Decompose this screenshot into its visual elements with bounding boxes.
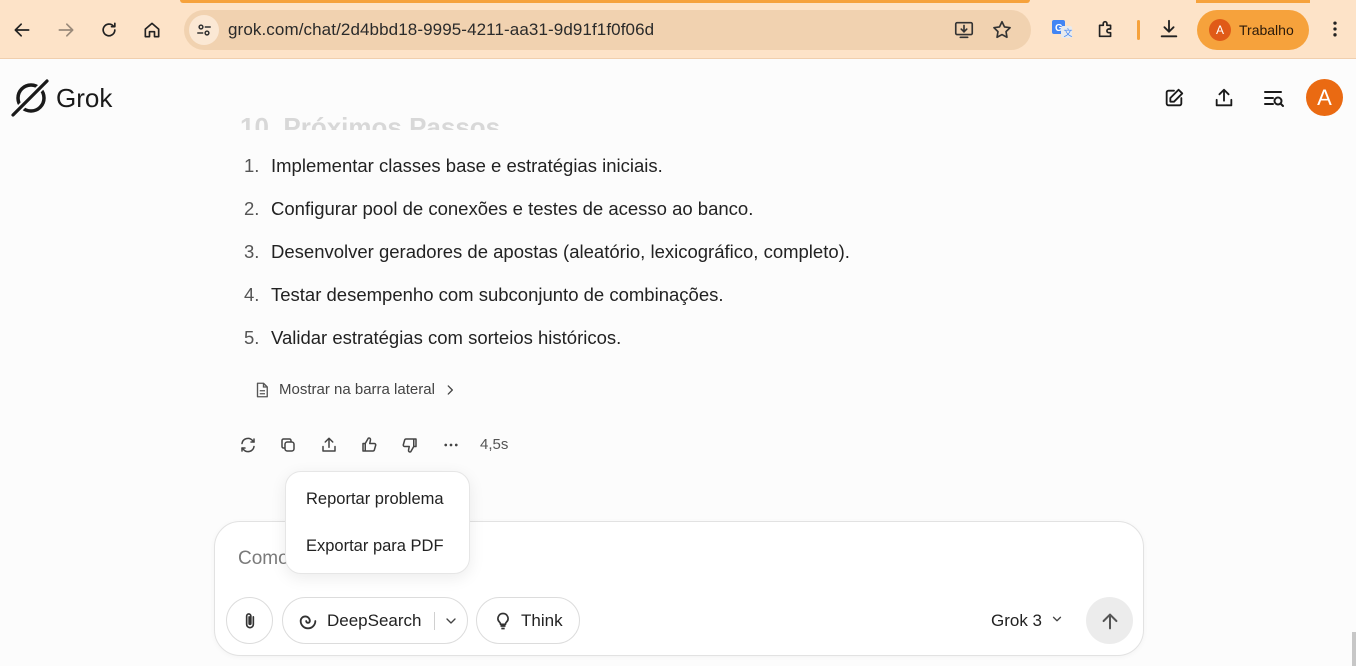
deepsearch-icon: [299, 615, 317, 629]
home-button[interactable]: [136, 14, 168, 46]
tune-icon: [197, 24, 211, 36]
copy-button[interactable]: [272, 428, 304, 462]
url-text[interactable]: grok.com/chat/2d4bbd18-9995-4211-aa31-9d…: [228, 10, 654, 50]
think-label: Think: [521, 610, 563, 630]
home-icon: [144, 22, 160, 38]
user-avatar[interactable]: A: [1306, 79, 1343, 116]
attach-button[interactable]: [226, 597, 273, 644]
deepsearch-label: DeepSearch: [327, 610, 422, 630]
paperclip-icon: [245, 612, 254, 628]
edit-icon: [1165, 88, 1184, 107]
profile-name: Trabalho: [1239, 22, 1294, 38]
share-response-button[interactable]: [313, 428, 345, 462]
section-heading: 10. Próximos Passos: [240, 112, 501, 130]
model-name: Grok 3: [991, 610, 1043, 630]
chevron-right-icon: [447, 384, 453, 395]
tab-accent: [1196, 0, 1310, 3]
thumbs-up-icon: [362, 437, 377, 452]
arrow-right-icon: [58, 23, 74, 37]
share-button[interactable]: [1210, 84, 1238, 112]
translate-extension-icon[interactable]: G文: [1049, 16, 1075, 42]
app-name: Grok: [56, 82, 113, 113]
chevron-down-icon: [446, 618, 456, 624]
grok-logo[interactable]: Grok: [10, 78, 112, 118]
refresh-icon: [241, 437, 255, 453]
copy-icon: [281, 438, 295, 452]
toolbar-separator: [1137, 20, 1140, 40]
dislike-button[interactable]: [394, 428, 426, 462]
tab-accent: [180, 0, 1030, 3]
upload-icon: [322, 437, 336, 452]
show-in-sidebar-link[interactable]: Mostrar na barra lateral: [243, 373, 467, 406]
bookmark-star-icon[interactable]: [990, 18, 1014, 42]
install-app-icon[interactable]: [952, 18, 976, 42]
profile-avatar: A: [1209, 19, 1231, 41]
scrollbar[interactable]: [1352, 632, 1356, 666]
grok-logo-icon: [10, 78, 50, 118]
deepsearch-dropdown[interactable]: [443, 613, 459, 634]
deepsearch-button[interactable]: DeepSearch: [282, 597, 468, 644]
document-icon: [256, 382, 268, 397]
chevron-down-icon: [1050, 611, 1064, 631]
ellipsis-icon: [444, 443, 458, 447]
arrow-left-icon: [14, 23, 30, 37]
site-info-button[interactable]: [189, 15, 219, 45]
history-search-button[interactable]: [1260, 84, 1288, 112]
like-button[interactable]: [353, 428, 385, 462]
profile-button[interactable]: A Trabalho: [1197, 10, 1309, 50]
menu-item-export-pdf[interactable]: Exportar para PDF: [306, 537, 444, 556]
lightbulb-icon: [497, 612, 509, 629]
reload-button[interactable]: [93, 14, 125, 46]
download-icon[interactable]: [1156, 16, 1182, 42]
svg-text:文: 文: [1064, 27, 1073, 38]
extensions-puzzle-icon[interactable]: [1093, 16, 1119, 42]
thumbs-down-icon: [402, 438, 417, 453]
show-in-sidebar-label: Mostrar na barra lateral: [279, 381, 435, 398]
back-button[interactable]: [6, 14, 38, 46]
more-options-menu: Reportar problema Exportar para PDF: [285, 471, 470, 574]
think-button[interactable]: Think: [476, 597, 580, 644]
upload-icon: [1215, 88, 1233, 107]
more-options-button[interactable]: [435, 428, 467, 462]
history-search-icon: [1264, 91, 1284, 107]
arrow-up-icon: [1102, 613, 1117, 629]
browser-toolbar: grok.com/chat/2d4bbd18-9995-4211-aa31-9d…: [0, 0, 1356, 59]
model-selector[interactable]: Grok 3: [991, 597, 1064, 644]
address-bar[interactable]: grok.com/chat/2d4bbd18-9995-4211-aa31-9d…: [184, 10, 1031, 50]
regenerate-button[interactable]: [232, 428, 264, 462]
forward-button[interactable]: [50, 14, 82, 46]
divider: [434, 612, 435, 630]
send-button[interactable]: [1086, 597, 1133, 644]
new-chat-button[interactable]: [1160, 84, 1188, 112]
response-time: 4,5s: [480, 436, 509, 453]
reload-icon: [102, 22, 116, 37]
browser-menu-icon[interactable]: [1322, 16, 1348, 42]
menu-item-report-problem[interactable]: Reportar problema: [306, 490, 444, 509]
